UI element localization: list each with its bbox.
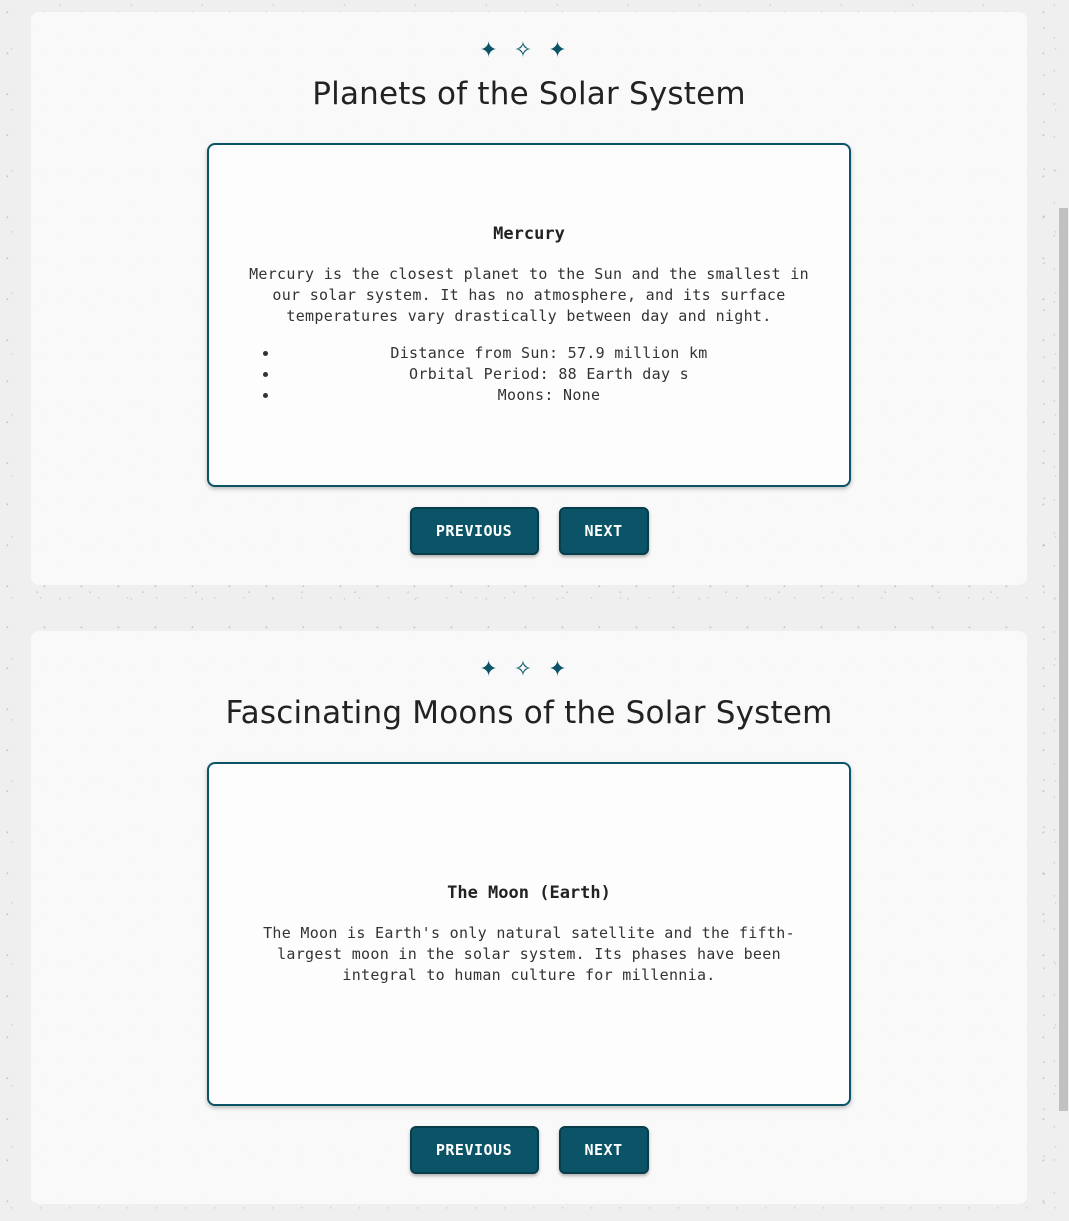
star-decoration: ✦ ✧ ✦ [31,38,1027,63]
list-item: Distance from Sun: 57.9 million km [279,343,819,364]
star-decoration: ✦ ✧ ✦ [31,657,1027,682]
moon-name: The Moon (Earth) [447,882,611,903]
planets-section: ✦ ✧ ✦ Planets of the Solar System Mercury … [31,12,1027,585]
moon-description: The Moon is Earth's only natural satelli… [263,923,795,984]
list-item: Moons: None [279,385,819,406]
list-item: Orbital Period: 88 Earth day s [279,364,819,385]
previous-moon-button[interactable]: PREVIOUS [409,1126,539,1174]
planet-name: Mercury [493,224,565,244]
star-icon: ✦ [479,38,510,63]
moon-card: The Moon (Earth) The Moon is Earth's onl… [207,762,851,1106]
planet-facts-list: Distance from Sun: 57.9 million km Orbit… [239,343,819,406]
moon-navigation: PREVIOUS NEXT [31,1126,1027,1174]
star-outline-icon: ✧ [513,657,545,682]
planet-description: Mercury is the closest planet to the Sun… [249,265,809,325]
moons-section-title: Fascinating Moons of the Solar System [225,695,833,731]
star-icon: ✦ [479,657,510,682]
star-icon: ✦ [548,657,579,682]
planets-section-title: Planets of the Solar System [312,76,746,112]
moons-section: ✦ ✧ ✦ Fascinating Moons of the Solar Syste… [31,631,1027,1204]
next-moon-button[interactable]: NEXT [558,1126,649,1174]
next-planet-button[interactable]: NEXT [558,507,649,555]
planet-navigation: PREVIOUS NEXT [31,507,1027,555]
page-scrollbar[interactable] [1059,0,1069,1221]
previous-planet-button[interactable]: PREVIOUS [409,507,539,555]
star-icon: ✦ [548,38,579,63]
star-outline-icon: ✧ [513,38,545,63]
planet-card: Mercury Mercury is the closest planet to… [207,143,851,487]
scrollbar-thumb[interactable] [1059,208,1068,1111]
